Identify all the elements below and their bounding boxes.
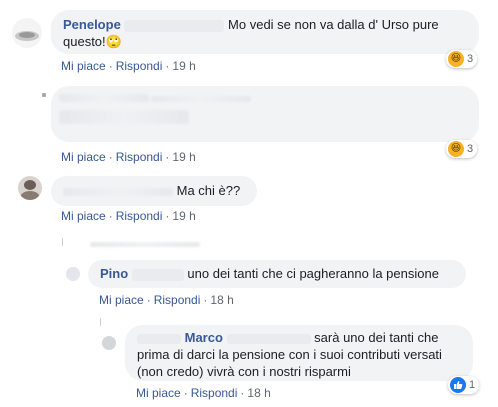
reply-text: (non credo) vivrà con i nostri risparmi xyxy=(137,364,351,379)
redacted-name xyxy=(131,268,184,281)
reply-text: uno dei tanti che ci pagheranno la pensi… xyxy=(187,266,439,281)
comment-text: Mo vedi se non va dalla d' Urso pure xyxy=(228,17,439,32)
like-link[interactable]: Mi piace xyxy=(61,59,106,73)
reply-text: prima di darci la pensione con i suoi co… xyxy=(137,347,442,362)
thread-line xyxy=(100,318,101,326)
comment-author[interactable]: Penelope xyxy=(63,17,121,32)
reply-author[interactable]: Marco xyxy=(185,330,223,345)
timestamp[interactable]: 18 h xyxy=(247,386,270,400)
redacted-content xyxy=(90,242,200,247)
reply-link[interactable]: Rispondi xyxy=(116,150,163,164)
like-link[interactable]: Mi piace xyxy=(61,209,106,223)
redacted-name xyxy=(226,333,311,344)
like-link[interactable]: Mi piace xyxy=(61,150,106,164)
comment-text: Ma chi è?? xyxy=(176,183,241,198)
timestamp[interactable]: 18 h xyxy=(210,293,233,307)
reply-link[interactable]: Rispondi xyxy=(116,209,163,223)
redacted-name xyxy=(63,187,173,196)
avatar[interactable] xyxy=(102,336,116,350)
redacted-content xyxy=(151,96,251,102)
reply-link[interactable]: Rispondi xyxy=(154,293,201,307)
comment-bubble: Ma chi è?? xyxy=(51,176,257,206)
comment-bubble: Penelope Mo vedi se non va dalla d' Urso… xyxy=(51,10,479,54)
reaction-count[interactable]: 😆 3 xyxy=(446,50,478,68)
timestamp[interactable]: 19 h xyxy=(172,59,195,73)
like-link[interactable]: Mi piace xyxy=(136,386,181,400)
avatar[interactable] xyxy=(12,18,42,48)
comment-actions: Mi piace · Rispondi · 19 h xyxy=(61,59,196,73)
reply-link[interactable]: Rispondi xyxy=(191,386,238,400)
redacted-name xyxy=(137,333,181,344)
comment-bubble xyxy=(51,86,479,142)
redacted-content xyxy=(59,94,149,102)
comment-actions: Mi piace · Rispondi · 19 h xyxy=(61,150,196,164)
timestamp[interactable]: 19 h xyxy=(172,150,195,164)
reply-text: sarà uno dei tanti che xyxy=(314,330,439,345)
avatar[interactable] xyxy=(42,93,46,97)
reply-author[interactable]: Pino xyxy=(100,266,128,281)
comment-actions: Mi piace · Rispondi · 19 h xyxy=(61,209,196,223)
like-link[interactable]: Mi piace xyxy=(99,293,144,307)
avatar[interactable] xyxy=(66,267,80,281)
like-icon xyxy=(450,377,466,393)
reaction-count[interactable]: 1 xyxy=(448,376,480,394)
thread-line xyxy=(62,238,63,246)
reaction-count[interactable]: 😆 3 xyxy=(446,140,478,158)
haha-icon: 😆 xyxy=(448,141,464,157)
reply-link[interactable]: Rispondi xyxy=(116,59,163,73)
timestamp[interactable]: 19 h xyxy=(172,209,195,223)
reply-bubble: Marco sarà uno dei tanti che prima di da… xyxy=(125,325,473,381)
reply-actions: Mi piace · Rispondi · 18 h xyxy=(136,386,271,400)
redacted-name xyxy=(124,19,225,32)
redacted-content xyxy=(59,110,189,124)
comment-text: questo! xyxy=(63,34,106,49)
reply-actions: Mi piace · Rispondi · 18 h xyxy=(99,293,234,307)
avatar[interactable] xyxy=(18,176,42,200)
reply-bubble: Pino uno dei tanti che ci pagheranno la … xyxy=(88,260,466,288)
eye-roll-emoji-icon: 🙄 xyxy=(105,34,122,49)
haha-icon: 😆 xyxy=(448,51,464,67)
